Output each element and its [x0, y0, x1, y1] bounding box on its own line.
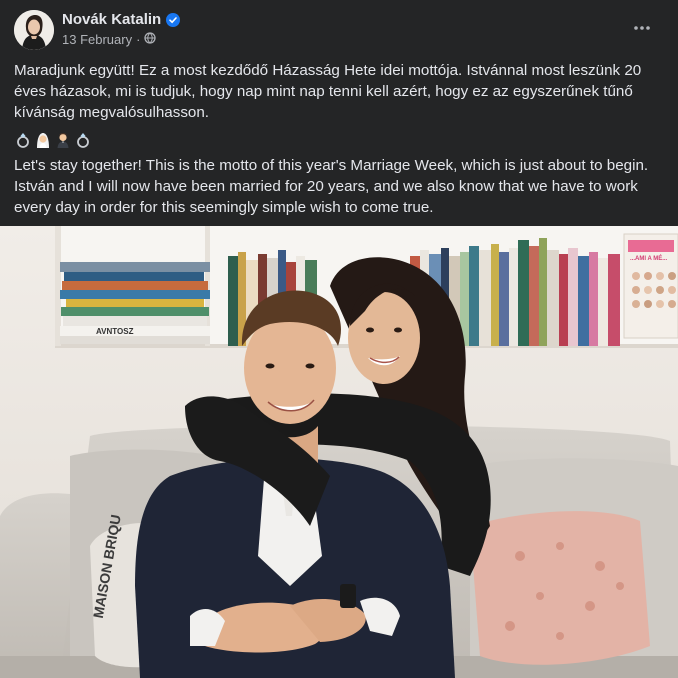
- post-photo[interactable]: AVNTOSZ ...AMI A MÉ... MAISON BRIQU: [0, 226, 678, 678]
- book-stack: AVNTOSZ: [60, 262, 210, 344]
- bride-icon: [34, 131, 52, 149]
- verified-badge-icon: [166, 12, 181, 27]
- ring-icon: [14, 131, 32, 149]
- author-name[interactable]: Novák Katalin: [62, 11, 181, 28]
- post-paragraph-en: Let's stay together! This is the motto o…: [14, 157, 649, 216]
- separator-dot: ·: [136, 32, 141, 47]
- book-cover: ...AMI A MÉ...: [623, 233, 678, 339]
- author-avatar[interactable]: [14, 10, 54, 50]
- groom-icon: [54, 131, 72, 149]
- globe-icon[interactable]: [144, 32, 157, 47]
- book-spine-label: AVNTOSZ: [96, 327, 134, 336]
- post-meta: 13 February ·: [62, 32, 157, 47]
- emoji-row: [14, 131, 664, 149]
- book-cover-title: ...AMI A MÉ...: [630, 254, 668, 262]
- facebook-post: Novák Katalin 13 February · Maradjunk eg…: [0, 0, 678, 678]
- ring-icon: [74, 131, 92, 149]
- post-date[interactable]: 13 February: [62, 32, 132, 47]
- more-options-button[interactable]: [628, 14, 656, 42]
- more-options-icon: [634, 26, 650, 30]
- post-text: Maradjunk együtt! Ez a most kezdődő Háza…: [14, 60, 664, 226]
- author-name-text[interactable]: Novák Katalin: [62, 11, 161, 28]
- post-paragraph-hu: Maradjunk együtt! Ez a most kezdődő Háza…: [14, 62, 642, 121]
- post-header: Novák Katalin 13 February ·: [0, 0, 678, 52]
